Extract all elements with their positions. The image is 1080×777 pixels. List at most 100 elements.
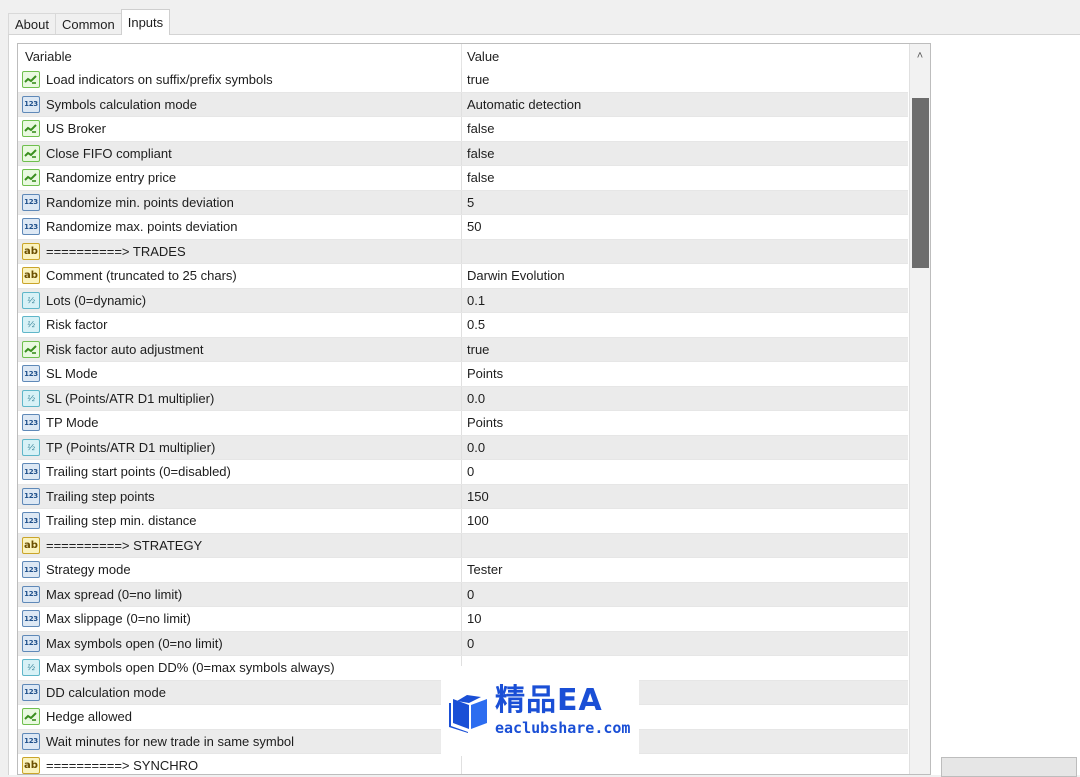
value-cell[interactable] (462, 239, 908, 263)
int-type-icon: 123 (22, 512, 40, 530)
column-header-variable[interactable]: Variable (18, 44, 462, 68)
table-row[interactable]: Close FIFO compliant false (18, 141, 908, 166)
int-type-icon: 123 (22, 634, 40, 652)
bool-type-icon (22, 120, 40, 138)
string-type-icon: ab (22, 242, 40, 260)
int-type-icon: 123 (22, 732, 40, 750)
table-row[interactable]: 123 Trailing step min. distance 100 (18, 509, 908, 534)
int-type-icon: 123 (22, 487, 40, 505)
variable-cell: ½ SL (Points/ATR D1 multiplier) (18, 386, 462, 410)
variable-cell: 123 Randomize min. points deviation (18, 190, 462, 214)
value-cell[interactable] (462, 533, 908, 557)
tab-about[interactable]: About (8, 13, 56, 35)
table-row[interactable]: ab ==========> TRADES (18, 239, 908, 264)
variable-cell: 123 Max symbols open (0=no limit) (18, 631, 462, 655)
scroll-up-arrow-icon[interactable]: ˄ (910, 48, 930, 64)
int-type-icon: 123 (22, 610, 40, 628)
table-row[interactable]: Risk factor auto adjustment true (18, 337, 908, 362)
value-cell[interactable]: 0.5 (462, 313, 908, 337)
table-row[interactable]: ½ Risk factor 0.5 (18, 313, 908, 338)
value-cell[interactable]: true (462, 68, 908, 92)
value-cell[interactable]: Darwin Evolution (462, 264, 908, 288)
table-row[interactable]: Load indicators on suffix/prefix symbols… (18, 68, 908, 93)
value-cell[interactable]: Points (462, 362, 908, 386)
variable-name: Trailing step points (46, 488, 155, 504)
tab-inputs[interactable]: Inputs (120, 9, 171, 35)
variable-name: Risk factor (46, 317, 108, 333)
variable-cell: 123 Trailing step points (18, 484, 462, 508)
table-row[interactable]: 123 Max spread (0=no limit) 0 (18, 582, 908, 607)
watermark-title: 精品EA (495, 683, 603, 718)
bool-type-icon (22, 708, 40, 726)
variable-name: US Broker (46, 121, 106, 137)
value-cell[interactable]: 50 (462, 215, 908, 239)
value-cell[interactable]: false (462, 117, 908, 141)
variable-cell: ½ TP (Points/ATR D1 multiplier) (18, 435, 462, 459)
variable-cell: 123 Trailing start points (0=disabled) (18, 460, 462, 484)
variable-name: Trailing step min. distance (46, 513, 197, 529)
value-cell[interactable]: Automatic detection (462, 92, 908, 116)
double-type-icon: ½ (22, 291, 40, 309)
value-cell[interactable]: false (462, 166, 908, 190)
variable-name: SL Mode (46, 366, 98, 382)
variable-cell: Risk factor auto adjustment (18, 337, 462, 361)
bool-type-icon (22, 71, 40, 89)
table-row[interactable]: Randomize entry price false (18, 166, 908, 191)
variable-cell: Close FIFO compliant (18, 141, 462, 165)
value-cell[interactable]: 150 (462, 484, 908, 508)
table-row[interactable]: ½ Lots (0=dynamic) 0.1 (18, 288, 908, 313)
variable-cell: 123 Strategy mode (18, 558, 462, 582)
variable-name: Trailing start points (0=disabled) (46, 464, 231, 480)
table-row[interactable]: 123 Trailing start points (0=disabled) 0 (18, 460, 908, 485)
table-row[interactable]: 123 Randomize max. points deviation 50 (18, 215, 908, 240)
column-header-value[interactable]: Value (462, 44, 908, 68)
table-row[interactable]: 123 Randomize min. points deviation 5 (18, 190, 908, 215)
value-cell[interactable]: 0.0 (462, 435, 908, 459)
vertical-scrollbar[interactable]: ˄ (909, 44, 930, 774)
scroll-thumb[interactable] (912, 98, 929, 268)
table-row[interactable]: ½ SL (Points/ATR D1 multiplier) 0.0 (18, 386, 908, 411)
variable-name: Load indicators on suffix/prefix symbols (46, 72, 273, 88)
value-cell[interactable]: 0 (462, 631, 908, 655)
table-row[interactable]: ab Comment (truncated to 25 chars) Darwin … (18, 264, 908, 289)
table-row[interactable]: 123 TP Mode Points (18, 411, 908, 436)
int-type-icon: 123 (22, 683, 40, 701)
table-row[interactable]: 123 SL Mode Points (18, 362, 908, 387)
side-button[interactable] (941, 757, 1077, 777)
variable-name: TP Mode (46, 415, 99, 431)
table-row[interactable]: US Broker false (18, 117, 908, 142)
value-cell[interactable]: 0.1 (462, 288, 908, 312)
table-row[interactable]: 123 Symbols calculation mode Automatic det… (18, 92, 908, 117)
variable-cell: ½ Max symbols open DD% (0=max symbols alw… (18, 656, 462, 680)
value-cell[interactable] (462, 754, 908, 774)
value-cell[interactable]: 0.0 (462, 386, 908, 410)
value-cell[interactable]: true (462, 337, 908, 361)
table-row[interactable]: ab ==========> SYNCHRO (18, 754, 908, 774)
variable-name: Comment (truncated to 25 chars) (46, 268, 237, 284)
table-row[interactable]: ½ TP (Points/ATR D1 multiplier) 0.0 (18, 435, 908, 460)
table-row[interactable]: 123 Strategy mode Tester (18, 558, 908, 583)
grid-header: Variable Value (18, 44, 908, 68)
value-cell[interactable]: 5 (462, 190, 908, 214)
int-type-icon: 123 (22, 561, 40, 579)
value-cell[interactable]: 0 (462, 460, 908, 484)
int-type-icon: 123 (22, 585, 40, 603)
variable-cell: ab ==========> STRATEGY (18, 533, 462, 557)
variable-name: SL (Points/ATR D1 multiplier) (46, 390, 215, 406)
table-row[interactable]: 123 Max slippage (0=no limit) 10 (18, 607, 908, 632)
table-row[interactable]: 123 Max symbols open (0=no limit) 0 (18, 631, 908, 656)
value-cell[interactable]: Points (462, 411, 908, 435)
value-cell[interactable]: 0 (462, 582, 908, 606)
value-cell[interactable]: 10 (462, 607, 908, 631)
value-cell[interactable]: Tester (462, 558, 908, 582)
table-row[interactable]: 123 Trailing step points 150 (18, 484, 908, 509)
variable-cell: 123 Max spread (0=no limit) (18, 582, 462, 606)
int-type-icon: 123 (22, 463, 40, 481)
variable-cell: ab Comment (truncated to 25 chars) (18, 264, 462, 288)
table-row[interactable]: ab ==========> STRATEGY (18, 533, 908, 558)
string-type-icon: ab (22, 536, 40, 554)
value-cell[interactable]: false (462, 141, 908, 165)
variable-cell: ½ Risk factor (18, 313, 462, 337)
tab-common[interactable]: Common (54, 13, 122, 35)
value-cell[interactable]: 100 (462, 509, 908, 533)
